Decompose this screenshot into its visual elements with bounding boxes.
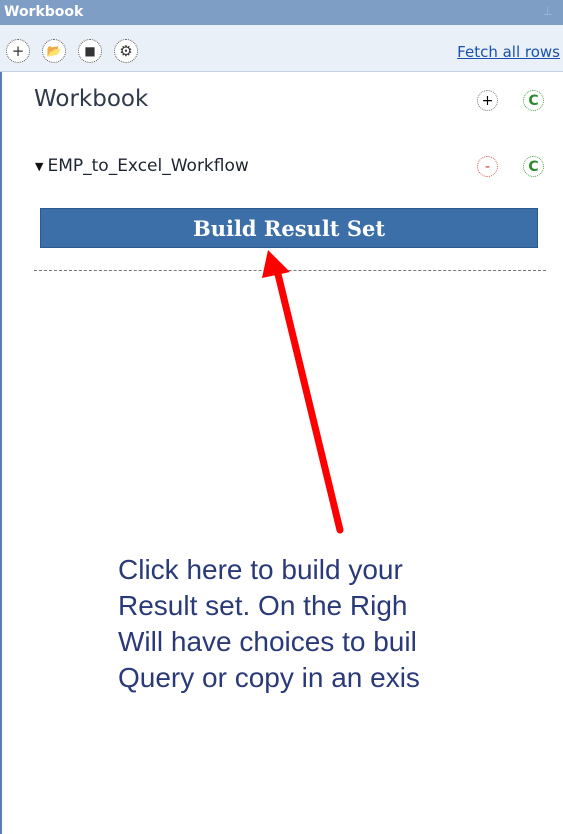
annotation-line: Will have choices to buil bbox=[118, 626, 417, 657]
annotation-line: Result set. On the Righ bbox=[118, 590, 408, 621]
annotation-line: Query or copy in an exis bbox=[118, 662, 420, 693]
annotation-arrow bbox=[262, 250, 344, 534]
annotation-line: Click here to build your bbox=[118, 554, 403, 585]
annotation-text: Click here to build your Result set. On … bbox=[118, 552, 563, 696]
